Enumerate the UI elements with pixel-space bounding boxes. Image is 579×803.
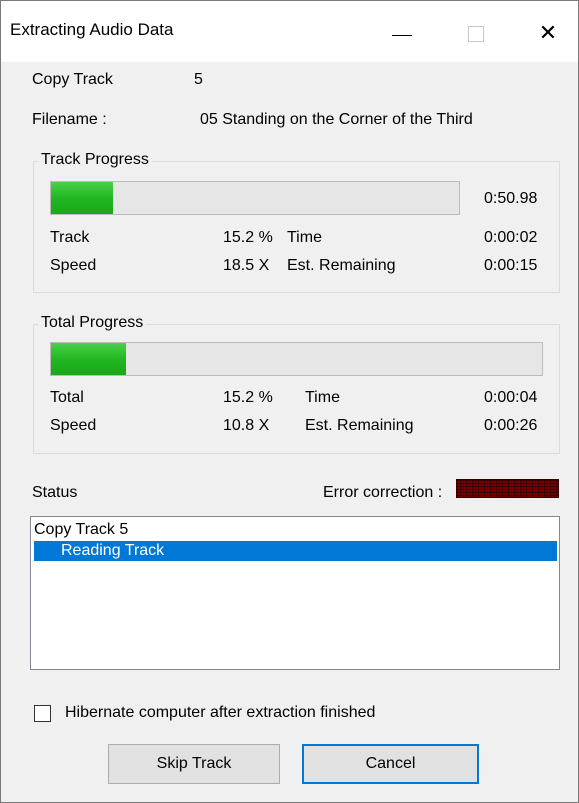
- minimize-icon: [392, 34, 412, 36]
- title-bar[interactable]: Extracting Audio Data ✕: [1, 1, 578, 62]
- track-time-label: Time: [287, 229, 322, 246]
- error-correction-label: Error correction :: [323, 484, 443, 501]
- error-correction-indicator: [456, 479, 559, 498]
- hibernate-checkbox[interactable]: [34, 705, 51, 722]
- copy-track-label: Copy Track: [32, 71, 113, 88]
- cancel-button[interactable]: Cancel: [302, 744, 479, 784]
- status-list[interactable]: Copy Track 5 Reading Track: [30, 516, 560, 670]
- total-percent-label: Total: [50, 389, 84, 406]
- filename-value: 05 Standing on the Corner of the Third: [200, 111, 473, 128]
- minimize-button[interactable]: [379, 13, 425, 53]
- cancel-label: Cancel: [365, 755, 416, 772]
- total-remaining-label: Est. Remaining: [305, 417, 414, 434]
- total-speed-value: 10.8 X: [223, 417, 270, 434]
- total-time-label: Time: [305, 389, 340, 406]
- track-percent-value: 15.2 %: [223, 229, 273, 246]
- extract-dialog: Extracting Audio Data ✕ Copy Track 5 Fil…: [0, 0, 579, 803]
- track-speed-label: Speed: [50, 257, 97, 274]
- close-icon: ✕: [538, 20, 558, 45]
- total-remaining-value: 0:00:26: [484, 417, 538, 434]
- track-progress-title: Track Progress: [38, 151, 152, 169]
- track-speed-value: 18.5 X: [223, 257, 270, 274]
- track-time-value: 0:00:02: [484, 229, 538, 246]
- status-label: Status: [32, 484, 78, 501]
- skip-track-label: Skip Track: [156, 755, 232, 772]
- status-item-reading-track[interactable]: Reading Track: [34, 541, 557, 561]
- total-progress-fill: [51, 343, 126, 375]
- maximize-icon: [468, 26, 484, 42]
- track-percent-label: Track: [50, 229, 90, 246]
- track-progress-fill: [51, 182, 114, 214]
- total-progress-title: Total Progress: [38, 314, 147, 332]
- status-item-copy-track[interactable]: Copy Track 5: [34, 521, 128, 539]
- maximize-button: [453, 13, 499, 53]
- hibernate-label[interactable]: Hibernate computer after extraction fini…: [65, 704, 375, 722]
- total-speed-label: Speed: [50, 417, 97, 434]
- total-time-value: 0:00:04: [484, 389, 538, 406]
- track-length: 0:50.98: [484, 190, 538, 207]
- track-progress-bar: [50, 181, 460, 215]
- skip-track-button[interactable]: Skip Track: [108, 744, 280, 784]
- window-title: Extracting Audio Data: [10, 20, 174, 39]
- filename-label: Filename :: [32, 111, 107, 128]
- close-button[interactable]: ✕: [525, 13, 571, 53]
- total-percent-value: 15.2 %: [223, 389, 273, 406]
- track-remaining-label: Est. Remaining: [287, 257, 396, 274]
- total-progress-bar: [50, 342, 543, 376]
- copy-track-number: 5: [194, 71, 203, 88]
- track-remaining-value: 0:00:15: [484, 257, 538, 274]
